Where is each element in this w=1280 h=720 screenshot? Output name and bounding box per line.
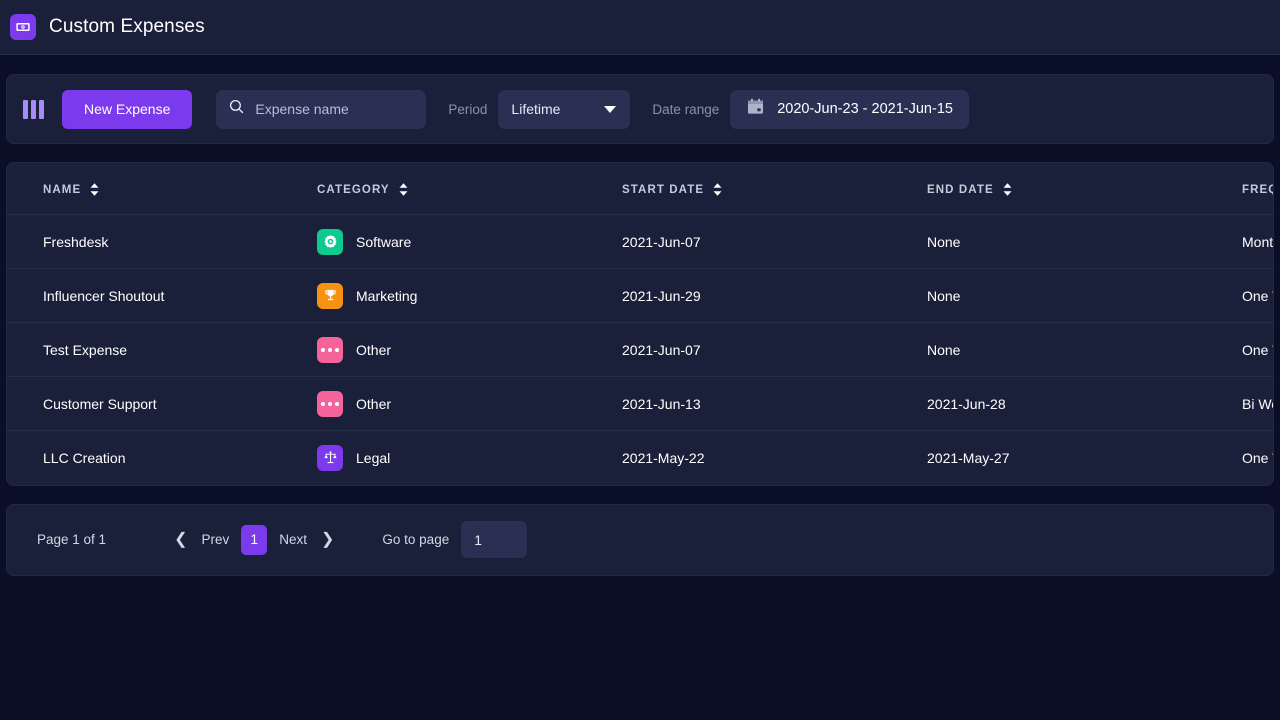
table-row[interactable]: Freshdesk Software 2021-Jun-07NoneMonthly xyxy=(7,214,1273,269)
app-header: Custom Expenses xyxy=(0,0,1280,55)
column-header-label: CATEGORY xyxy=(317,183,390,196)
cell-frequency: One Time xyxy=(1242,322,1273,377)
cell-end-date: None xyxy=(927,322,1242,377)
sort-icon xyxy=(90,183,99,196)
table-row[interactable]: Influencer Shoutout Marketing 2021-Jun-29 N… xyxy=(7,268,1273,323)
sort-icon xyxy=(1003,183,1012,196)
prev-page-button[interactable]: Prev xyxy=(193,532,237,547)
page-status: Page 1 of 1 xyxy=(37,532,107,547)
cell-name: Influencer Shoutout xyxy=(7,268,317,323)
table-row[interactable]: Test Expense Other 2021-Jun-07NoneOne Time xyxy=(7,322,1273,377)
cell-frequency: One Time xyxy=(1242,268,1273,323)
table-header-row: NAME CATEGORY START DATE END DATE FRE xyxy=(7,163,1273,215)
new-expense-button[interactable]: New Expense xyxy=(62,89,193,129)
cell-name: Freshdesk xyxy=(7,214,317,269)
column-header-frequency[interactable]: FREQUENCY xyxy=(1242,163,1273,215)
column-header-category[interactable]: CATEGORY xyxy=(317,163,622,215)
sort-icon xyxy=(713,183,722,196)
page-title: Custom Expenses xyxy=(49,16,205,37)
cell-frequency: Bi Weekly xyxy=(1242,376,1273,431)
next-page-button[interactable]: Next xyxy=(271,532,315,547)
date-range-value: 2020-Jun-23 - 2021-Jun-15 xyxy=(777,101,953,117)
expenses-table-card: NAME CATEGORY START DATE END DATE FRE Fr… xyxy=(6,162,1274,486)
cell-category: Software xyxy=(317,214,622,269)
pagination-bar: Page 1 of 1 ❮ Prev 1 Next ❯ Go to page xyxy=(6,503,1274,576)
scales-icon xyxy=(317,444,343,471)
cell-end-date: 2021-Jun-28 xyxy=(927,376,1242,431)
cell-category: Marketing xyxy=(317,268,622,323)
column-header-name[interactable]: NAME xyxy=(7,163,317,215)
column-header-label: START DATE xyxy=(622,183,705,196)
cell-category: Other xyxy=(317,322,622,377)
category-label: Other xyxy=(356,395,392,412)
period-selected-value: Lifetime xyxy=(511,101,561,117)
chevron-down-icon xyxy=(604,105,617,113)
date-range-picker[interactable]: 2020-Jun-23 - 2021-Jun-15 xyxy=(730,89,969,129)
category-label: Other xyxy=(356,341,392,358)
expenses-table-body: FreshdeskSoftware2021-Jun-07NoneMonthlyI… xyxy=(7,214,1273,485)
cell-category: Legal xyxy=(317,431,622,485)
column-header-label: NAME xyxy=(43,183,82,196)
table-row[interactable]: Customer Support Other 2021-Jun-13 2021-Jun… xyxy=(7,376,1273,431)
pagination-controls: ❮ Prev 1 Next ❯ xyxy=(168,524,340,555)
cell-name: LLC Creation xyxy=(43,449,126,466)
search-placeholder: Expense name xyxy=(255,101,349,117)
cell-category: Other xyxy=(317,376,622,431)
category-label: Legal xyxy=(356,449,391,466)
category-label: Marketing xyxy=(356,287,418,304)
calendar-icon xyxy=(746,97,765,121)
chevron-left-icon[interactable]: ❮ xyxy=(168,531,193,548)
sort-icon xyxy=(399,183,408,196)
cell-end-date: None xyxy=(927,214,1242,269)
cell-start-date: 2021-Jun-29 xyxy=(622,268,927,323)
page-number-button[interactable]: 1 xyxy=(241,524,268,555)
banknote-icon xyxy=(10,14,36,40)
cell-start-date: 2021-Jun-07 xyxy=(622,322,927,377)
cell-end-date: 2021-May-27 xyxy=(927,449,1010,466)
cell-frequency: One Time xyxy=(1242,449,1273,466)
period-label: Period xyxy=(448,101,488,117)
ellipsis-icon xyxy=(317,336,343,363)
column-header-end-date[interactable]: END DATE xyxy=(927,163,1242,215)
cell-frequency: Monthly xyxy=(1242,214,1273,269)
cell-name: Customer Support xyxy=(7,376,317,431)
goto-page-label: Go to page xyxy=(382,532,450,547)
trophy-icon xyxy=(317,282,343,309)
toolbar: New Expense Expense name Period Lifetime… xyxy=(6,74,1274,144)
table-row[interactable]: LLC Creation Legal 2021-May-22 2021-May-27 O… xyxy=(7,431,1273,485)
column-header-label: FREQUENCY xyxy=(1242,183,1273,196)
columns-icon[interactable] xyxy=(23,99,44,119)
cell-start-date: 2021-Jun-07 xyxy=(622,214,927,269)
expenses-table: NAME CATEGORY START DATE END DATE FRE Fr… xyxy=(7,163,1273,485)
column-header-start-date[interactable]: START DATE xyxy=(622,163,927,215)
period-select[interactable]: Lifetime xyxy=(498,89,631,129)
cell-start-date: 2021-May-22 xyxy=(622,449,705,466)
search-input[interactable]: Expense name xyxy=(216,89,427,129)
cell-name: Test Expense xyxy=(7,322,317,377)
chevron-right-icon[interactable]: ❯ xyxy=(315,531,340,548)
cell-end-date: None xyxy=(927,268,1242,323)
column-header-label: END DATE xyxy=(927,183,994,196)
gear-icon xyxy=(317,228,343,255)
date-range-label: Date range xyxy=(652,101,720,117)
category-label: Software xyxy=(356,233,412,250)
search-icon xyxy=(228,98,245,120)
cell-start-date: 2021-Jun-13 xyxy=(622,376,927,431)
goto-page-input[interactable] xyxy=(461,521,528,558)
ellipsis-icon xyxy=(317,390,343,417)
